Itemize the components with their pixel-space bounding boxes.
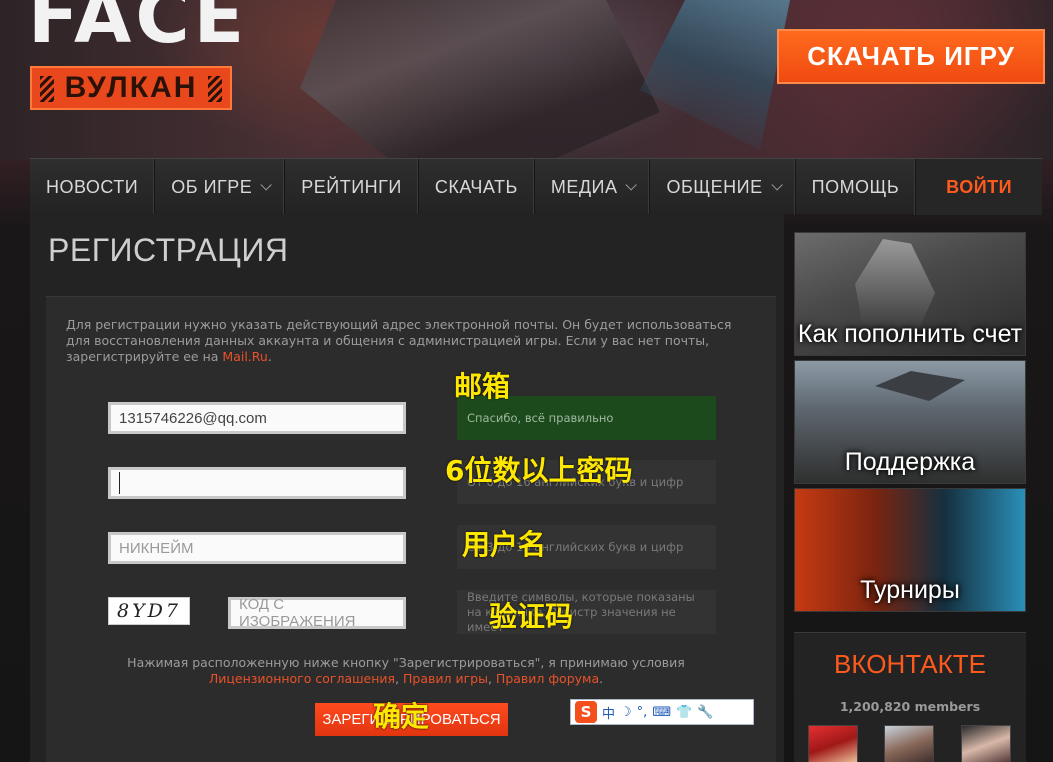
chevron-down-icon (260, 179, 273, 191)
email-field[interactable]: 1315746226@qq.com (108, 402, 406, 434)
keyboard-icon[interactable]: ⌨ (652, 705, 671, 720)
annotation-confirm: 确定 (373, 700, 430, 733)
logo-server-badge[interactable]: ВУЛКАН (30, 66, 232, 110)
sidebar-card-label: Поддержка (844, 448, 976, 476)
captcha-image[interactable]: 8YD7 (108, 597, 190, 625)
nickname-field[interactable]: НИКНЕЙМ (108, 532, 406, 564)
terms-separator: , (395, 671, 404, 686)
captcha-field[interactable]: КОД С ИЗОБРАЖЕНИЯ (228, 596, 406, 630)
logo-face[interactable]: FACE (28, 0, 248, 54)
header-banner: FACE ВУЛКАН СКАЧАТЬ ИГРУ (0, 0, 1053, 160)
nav-item-help[interactable]: ПОМОЩЬ (796, 159, 917, 215)
vk-widget: ВКОНТАКТЕ 1,200,820 members (794, 632, 1026, 762)
sidebar-card-topup[interactable]: Как пополнить счет (794, 232, 1026, 356)
nav-item-label: ОБ ИГРЕ (171, 176, 253, 197)
nav-item-download[interactable]: СКАЧАТЬ (419, 159, 535, 215)
nav-item-media[interactable]: МЕДИА (535, 159, 651, 215)
sogou-logo-icon[interactable]: S (575, 701, 597, 723)
nav-item-label: ПОМОЩЬ (811, 176, 900, 197)
annotation-captcha: 验证码 (489, 600, 574, 633)
avatar[interactable] (808, 725, 858, 762)
license-agreement-link[interactable]: Лицензионного соглашения (209, 671, 395, 686)
sidebar-card-tournaments[interactable]: Турниры (794, 488, 1026, 612)
nav-item-label: РЕЙТИНГИ (301, 176, 402, 197)
chinese-mode-icon[interactable]: 中 (602, 703, 615, 722)
password-field[interactable] (108, 467, 406, 499)
login-button[interactable]: ВОЙТИ (916, 159, 1042, 215)
nav-item-ratings[interactable]: РЕЙТИНГИ (285, 159, 419, 215)
sidebar-card-support[interactable]: Поддержка (794, 360, 1026, 484)
forum-rules-link[interactable]: Правил форума (496, 671, 599, 686)
vk-members-count: 1,200,820 members (839, 699, 981, 714)
terms-separator: , (487, 671, 496, 686)
sidebar-card-label: Турниры (860, 576, 960, 604)
sidebar-card-label: Как пополнить счет (797, 320, 1023, 348)
page-title: РЕГИСТРАЦИЯ (48, 232, 289, 268)
terms-text: Нажимая расположенную ниже кнопку "Зарег… (66, 655, 746, 687)
nav-item-label: ОБЩЕНИЕ (666, 176, 763, 197)
ime-toolbar[interactable]: S 中 ☽ °, ⌨ 👕 🔧 (570, 699, 754, 725)
avatar[interactable] (884, 725, 934, 762)
chevron-down-icon (771, 179, 783, 191)
terms-end: . (599, 671, 604, 686)
punctuation-icon[interactable]: °, (637, 705, 648, 720)
text-caret (119, 472, 120, 494)
download-game-button[interactable]: СКАЧАТЬ ИГРУ (777, 29, 1045, 84)
registration-form: Для регистрации нужно указать действующи… (46, 296, 776, 762)
banner-mech-art (640, 0, 790, 150)
nav-item-about[interactable]: ОБ ИГРЕ (155, 159, 286, 215)
main-nav: НОВОСТИ ОБ ИГРЕ РЕЙТИНГИ СКАЧАТЬ МЕДИА О… (30, 158, 1042, 215)
registration-panel: РЕГИСТРАЦИЯ Для регистрации нужно указат… (30, 214, 784, 762)
nav-item-label: НОВОСТИ (46, 176, 139, 197)
avatar[interactable] (961, 725, 1011, 762)
chevron-down-icon (625, 179, 638, 191)
skin-icon[interactable]: 👕 (676, 705, 692, 720)
settings-wrench-icon[interactable]: 🔧 (697, 705, 713, 720)
nav-item-community[interactable]: ОБЩЕНИЕ (650, 159, 796, 215)
page: FACE ВУЛКАН СКАЧАТЬ ИГРУ НОВОСТИ ОБ ИГРЕ… (0, 0, 1053, 762)
nav-item-news[interactable]: НОВОСТИ (30, 159, 156, 215)
nav-item-label: МЕДИА (550, 176, 618, 197)
annotation-username: 用户名 (462, 528, 547, 561)
nav-item-label: СКАЧАТЬ (434, 176, 518, 197)
annotation-email: 邮箱 (454, 370, 511, 403)
moon-icon[interactable]: ☽ (620, 705, 632, 720)
banner-soldier-art (300, 0, 660, 160)
intro-text: Для регистрации нужно указать действующи… (66, 317, 746, 365)
game-rules-link[interactable]: Правил игры (403, 671, 488, 686)
vk-title[interactable]: ВКОНТАКТЕ (794, 649, 1026, 680)
mailru-link[interactable]: Mail.Ru (222, 349, 267, 364)
annotation-password: 6位数以上密码 (445, 454, 633, 487)
terms-text-body: Нажимая расположенную ниже кнопку "Зарег… (127, 655, 685, 670)
intro-text-end: . (267, 349, 272, 364)
intro-text-body: Для регистрации нужно указать действующи… (66, 317, 732, 364)
